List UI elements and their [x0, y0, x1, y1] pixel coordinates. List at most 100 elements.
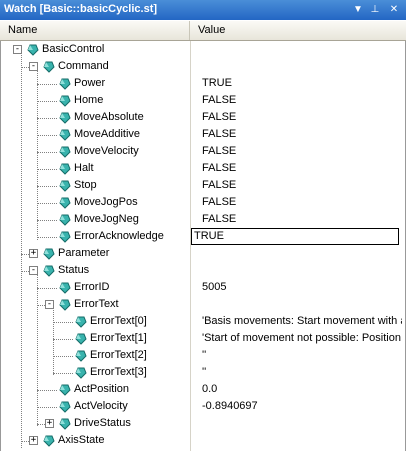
- row-value[interactable]: TRUE: [202, 77, 402, 89]
- tree-row-movejogneg[interactable]: MoveJogNeg FALSE: [1, 211, 405, 228]
- tree-line: [37, 118, 57, 119]
- value-column-header[interactable]: Value: [190, 21, 406, 40]
- collapse-icon[interactable]: -: [29, 62, 38, 71]
- tree-line: [37, 135, 57, 136]
- row-label: ErrorText[3]: [90, 366, 147, 378]
- tree-row-home[interactable]: Home FALSE: [1, 92, 405, 109]
- row-value[interactable]: 'Start of movement not possible: Positio…: [202, 332, 402, 344]
- tree-line: [53, 322, 73, 323]
- gem-icon: [43, 248, 55, 260]
- row-value[interactable]: '': [202, 349, 402, 361]
- gem-icon: [75, 333, 87, 345]
- tree-line: [37, 390, 57, 391]
- tree-row-errortext-1[interactable]: ErrorText[1] 'Start of movement not poss…: [1, 330, 405, 347]
- row-label: AxisState: [58, 434, 105, 446]
- gem-icon: [59, 401, 71, 413]
- tree-line: [21, 441, 29, 442]
- tree-row-errorid[interactable]: ErrorID 5005: [1, 279, 405, 296]
- row-value[interactable]: -0.8940697: [202, 400, 402, 412]
- tree-row-errortext-0[interactable]: ErrorText[0] 'Basis movements: Start mov…: [1, 313, 405, 330]
- row-label: Command: [58, 60, 109, 72]
- row-value[interactable]: 'Basis movements: Start movement with a: [202, 315, 402, 327]
- row-label: Stop: [74, 179, 97, 191]
- tree-row-errortext-3[interactable]: ErrorText[3] '': [1, 364, 405, 381]
- tree-row-errortext-2[interactable]: ErrorText[2] '': [1, 347, 405, 364]
- tree-row-moveabsolute[interactable]: MoveAbsolute FALSE: [1, 109, 405, 126]
- gem-icon: [59, 112, 71, 124]
- collapse-icon[interactable]: -: [29, 266, 38, 275]
- row-label: Status: [58, 264, 90, 276]
- row-label: ErrorAcknowledge: [74, 230, 164, 242]
- row-label: Parameter: [58, 247, 110, 259]
- tree-line: [53, 339, 73, 340]
- tree-row-drivestatus[interactable]: + DriveStatus: [1, 415, 405, 432]
- name-column-header[interactable]: Name: [0, 21, 190, 40]
- expand-icon[interactable]: +: [29, 249, 38, 258]
- tree-row-movevelocity[interactable]: MoveVelocity FALSE: [1, 143, 405, 160]
- row-label: ErrorText[2]: [90, 349, 147, 361]
- tree-row-command[interactable]: - Command: [1, 58, 405, 75]
- tree-line: [37, 203, 57, 204]
- tree-row-power[interactable]: Power TRUE: [1, 75, 405, 92]
- tree-line: [37, 152, 57, 153]
- row-value[interactable]: '': [202, 366, 402, 378]
- tree-line: [37, 237, 57, 238]
- tree-line: [37, 220, 57, 221]
- row-label: Power: [74, 77, 106, 89]
- gem-icon: [59, 197, 71, 209]
- row-label: MoveAdditive: [74, 128, 141, 140]
- row-value[interactable]: FALSE: [202, 213, 402, 225]
- gem-icon: [59, 163, 71, 175]
- row-value[interactable]: FALSE: [202, 128, 402, 140]
- gem-icon: [75, 316, 87, 328]
- tree-row-halt[interactable]: Halt FALSE: [1, 160, 405, 177]
- gem-icon: [59, 146, 71, 158]
- tree-row-moveadditive[interactable]: MoveAdditive FALSE: [1, 126, 405, 143]
- gem-icon: [59, 180, 71, 192]
- row-value[interactable]: FALSE: [202, 145, 402, 157]
- row-label: MoveJogPos: [74, 196, 138, 208]
- tree-row-actvelocity[interactable]: ActVelocity -0.8940697: [1, 398, 405, 415]
- row-value[interactable]: FALSE: [202, 179, 402, 191]
- tree-row-actposition[interactable]: ActPosition 0.0: [1, 381, 405, 398]
- collapse-icon[interactable]: -: [45, 300, 54, 309]
- value-edit-field[interactable]: TRUE: [191, 228, 399, 245]
- dropdown-icon[interactable]: ▼: [352, 4, 364, 16]
- tree-row-erroracknowledge[interactable]: ErrorAcknowledge TRUE: [1, 228, 405, 245]
- row-value[interactable]: FALSE: [202, 94, 402, 106]
- tree-row-basiccontrol[interactable]: - BasicControl: [1, 41, 405, 58]
- close-icon[interactable]: ✕: [388, 4, 400, 16]
- row-label: BasicControl: [42, 43, 105, 55]
- gem-icon: [59, 282, 71, 294]
- row-value[interactable]: 0.0: [202, 383, 402, 395]
- gem-icon: [43, 265, 55, 277]
- pin-icon[interactable]: ⊥: [369, 4, 381, 16]
- gem-icon: [75, 367, 87, 379]
- tree-line: [37, 169, 57, 170]
- tree-row-status[interactable]: - Status: [1, 262, 405, 279]
- row-value[interactable]: FALSE: [202, 162, 402, 174]
- gem-icon: [27, 44, 39, 56]
- tree-row-errortext[interactable]: - ErrorText: [1, 296, 405, 313]
- tree-line: [21, 271, 29, 272]
- tree-row-movejogpos[interactable]: MoveJogPos FALSE: [1, 194, 405, 211]
- collapse-icon[interactable]: -: [13, 45, 22, 54]
- row-value[interactable]: FALSE: [202, 196, 402, 208]
- tree-line: [37, 84, 57, 85]
- tree-row-parameter[interactable]: + Parameter: [1, 245, 405, 262]
- tree-row-axisstate[interactable]: + AxisState: [1, 432, 405, 449]
- expand-icon[interactable]: +: [45, 419, 54, 428]
- watch-tree[interactable]: - BasicControl - Command Power TRUE Home…: [0, 41, 406, 451]
- gem-icon: [59, 384, 71, 396]
- gem-icon: [59, 129, 71, 141]
- row-label: ErrorText[0]: [90, 315, 147, 327]
- gem-icon: [59, 78, 71, 90]
- row-value[interactable]: FALSE: [202, 111, 402, 123]
- tree-line: [53, 373, 73, 374]
- edit-field-text[interactable]: TRUE: [194, 230, 224, 242]
- row-label: ActVelocity: [74, 400, 128, 412]
- expand-icon[interactable]: +: [29, 436, 38, 445]
- gem-icon: [59, 231, 71, 243]
- tree-row-stop[interactable]: Stop FALSE: [1, 177, 405, 194]
- row-value[interactable]: 5005: [202, 281, 402, 293]
